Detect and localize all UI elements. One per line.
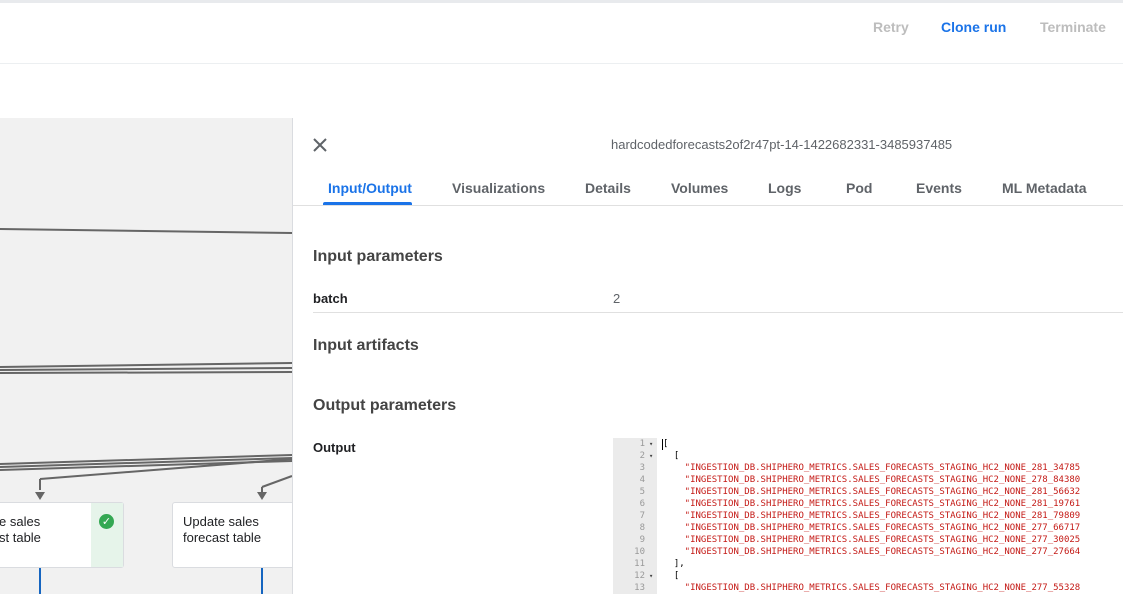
line-number: 8 [639,523,645,533]
panel-tabs: Input/Output Visualizations Details Volu… [293,170,1123,206]
code-line: "INGESTION_DB.SHIPHERO_METRICS.SALES_FOR… [663,511,1081,521]
code-line: "INGESTION_DB.SHIPHERO_METRICS.SALES_FOR… [663,547,1081,557]
code-line: "INGESTION_DB.SHIPHERO_METRICS.SALES_FOR… [663,535,1081,545]
graph-edge [0,367,292,371]
code-line: [ [663,571,680,581]
graph-edge [0,362,292,368]
graph-edge [0,371,292,374]
tab-visualizations[interactable]: Visualizations [452,180,545,196]
fold-arrow-icon[interactable]: ▾ [649,570,653,582]
code-line: "INGESTION_DB.SHIPHERO_METRICS.SALES_FOR… [663,475,1081,485]
line-number: 10 [634,547,645,557]
node-status-area: ✓ [91,503,123,567]
code-line: "INGESTION_DB.SHIPHERO_METRICS.SALES_FOR… [663,523,1081,533]
code-line: "INGESTION_DB.SHIPHERO_METRICS.SALES_FOR… [663,487,1081,497]
terminate-button[interactable]: Terminate [1040,19,1106,35]
retry-button[interactable]: Retry [873,19,909,35]
tab-details[interactable]: Details [585,180,631,196]
tab-logs[interactable]: Logs [768,180,801,196]
line-number: 3 [639,463,645,473]
graph-node-update-sales-forecast-table[interactable]: Update sales forecast table [172,502,292,568]
text-cursor [662,439,663,450]
code-line: ], [663,559,685,569]
output-param-name: Output [313,440,356,455]
param-value: 2 [613,291,621,306]
code-line: "INGESTION_DB.SHIPHERO_METRICS.SALES_FOR… [663,499,1081,509]
line-number: 11 [634,559,645,569]
tab-input-output[interactable]: Input/Output [328,180,412,196]
graph-node-label: Update sales forecast table [183,514,262,545]
fold-arrow-icon[interactable]: ▾ [649,450,653,462]
fold-arrow-icon[interactable]: ▾ [649,438,653,450]
active-tab-indicator [323,202,412,205]
output-parameters-heading: Output parameters [313,397,457,414]
graph-node[interactable]: e sales st table ✓ [0,502,124,568]
tab-pod[interactable]: Pod [846,180,872,196]
clone-run-button[interactable]: Clone run [941,19,1006,35]
graph-arrow [257,492,267,500]
line-number: 1 [639,439,645,449]
top-toolbar: Retry Clone run Terminate [0,0,1123,64]
tab-events[interactable]: Events [916,180,962,196]
row-divider [313,312,1123,313]
panel-title: hardcodedforecasts2of2r47pt-14-142268233… [611,137,953,152]
code-line: [ [663,451,680,461]
line-number: 7 [639,511,645,521]
graph-edge [261,475,292,488]
graph-arrow [35,492,45,500]
code-line: [ [663,439,669,449]
pipeline-graph[interactable]: e sales st table ✓ Update sales forecast… [0,118,293,594]
output-json-editor[interactable]: 1 ▾ [2 ▾ [3 "INGESTION_DB.SHIPHERO_METRICS.… [613,438,1123,594]
input-parameters-heading: Input parameters [313,248,443,265]
line-number: 6 [639,499,645,509]
code-line: "INGESTION_DB.SHIPHERO_METRICS.SALES_FOR… [663,463,1081,473]
close-icon[interactable] [311,136,329,154]
graph-edge [0,228,292,234]
line-number: 13 [634,583,645,593]
tab-ml-metadata[interactable]: ML Metadata [1002,180,1087,196]
input-artifacts-heading: Input artifacts [313,337,419,354]
graph-node-label: e sales st table [0,514,41,545]
tab-volumes[interactable]: Volumes [671,180,728,196]
line-number: 5 [639,487,645,497]
line-number: 2 [639,451,645,461]
secondary-toolbar [0,65,1123,119]
check-circle-icon: ✓ [99,514,114,529]
line-number: 4 [639,475,645,485]
line-number: 12 [634,571,645,581]
code-line: "INGESTION_DB.SHIPHERO_METRICS.SALES_FOR… [663,583,1081,593]
node-details-panel: hardcodedforecasts2of2r47pt-14-142268233… [293,118,1123,594]
line-number: 9 [639,535,645,545]
param-name: batch [313,291,348,306]
